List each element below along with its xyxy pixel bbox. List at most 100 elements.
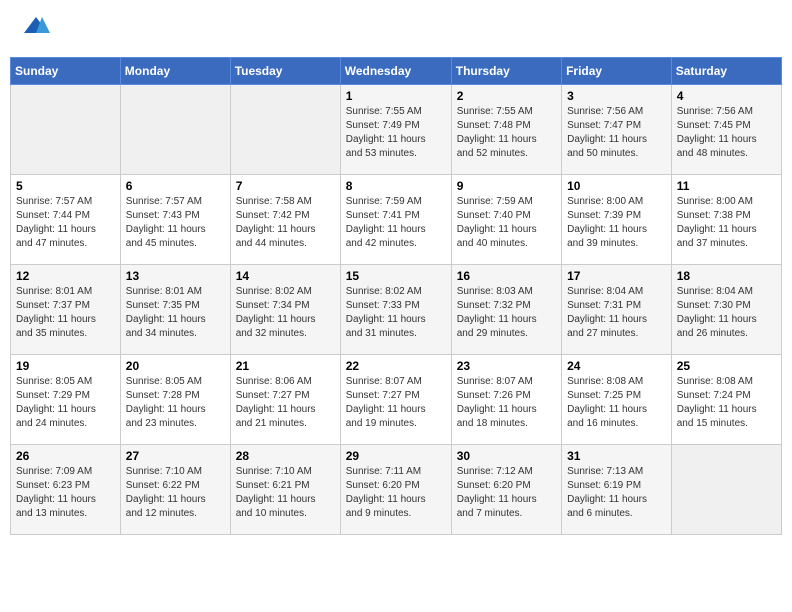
calendar-cell: 7 Sunrise: 7:58 AMSunset: 7:42 PMDaylight… [230,174,340,264]
day-info: Sunrise: 8:06 AMSunset: 7:27 PMDaylight:… [236,375,335,431]
week-row-2: 5 Sunrise: 7:57 AMSunset: 7:44 PMDaylight… [11,174,782,264]
day-info: Sunrise: 8:02 AMSunset: 7:33 PMDaylight:… [346,285,446,341]
calendar-cell: 27 Sunrise: 7:10 AMSunset: 6:22 PMDayligh… [120,444,230,534]
day-info: Sunrise: 7:57 AMSunset: 7:44 PMDaylight:… [16,195,115,251]
day-number: 11 [677,179,776,193]
calendar-cell: 8 Sunrise: 7:59 AMSunset: 7:41 PMDaylight… [340,174,451,264]
day-info: Sunrise: 8:02 AMSunset: 7:34 PMDaylight:… [236,285,335,341]
day-number: 9 [457,179,556,193]
calendar-cell: 14Sunrise: 8:02 AMSunset: 7:34 PMDayligh… [230,264,340,354]
day-info: Sunrise: 8:00 AMSunset: 7:39 PMDaylight:… [567,195,666,251]
day-info: Sunrise: 8:05 AMSunset: 7:28 PMDaylight:… [126,375,225,431]
day-info: Sunrise: 7:57 AMSunset: 7:43 PMDaylight:… [126,195,225,251]
day-info: Sunrise: 8:08 AMSunset: 7:24 PMDaylight:… [677,375,776,431]
calendar-cell: 13Sunrise: 8:01 AMSunset: 7:35 PMDayligh… [120,264,230,354]
page-header [10,10,782,47]
day-number: 21 [236,359,335,373]
calendar-cell: 6 Sunrise: 7:57 AMSunset: 7:43 PMDaylight… [120,174,230,264]
day-number: 3 [567,89,666,103]
day-number: 5 [16,179,115,193]
day-info: Sunrise: 7:59 AMSunset: 7:41 PMDaylight:… [346,195,446,251]
day-info: Sunrise: 7:10 AMSunset: 6:21 PMDaylight:… [236,465,335,521]
day-number: 16 [457,269,556,283]
calendar-cell: 16 Sunrise: 8:03 AMSunset: 7:32 PMDayligh… [451,264,561,354]
day-number: 7 [236,179,335,193]
day-info: Sunrise: 7:55 AMSunset: 7:48 PMDaylight:… [457,105,556,161]
day-number: 17 [567,269,666,283]
day-number: 23 [457,359,556,373]
day-info: Sunrise: 7:56 AMSunset: 7:47 PMDaylight:… [567,105,666,161]
weekday-header-wednesday: Wednesday [340,57,451,84]
day-info: Sunrise: 8:04 AMSunset: 7:30 PMDaylight:… [677,285,776,341]
calendar-cell: 15 Sunrise: 8:02 AMSunset: 7:33 PMDayligh… [340,264,451,354]
logo [20,15,50,42]
day-number: 26 [16,449,115,463]
calendar-table: SundayMondayTuesdayWednesdayThursdayFrid… [10,57,782,535]
day-number: 4 [677,89,776,103]
day-info: Sunrise: 8:08 AMSunset: 7:25 PMDaylight:… [567,375,666,431]
weekday-header-thursday: Thursday [451,57,561,84]
calendar-cell: 21 Sunrise: 8:06 AMSunset: 7:27 PMDayligh… [230,354,340,444]
calendar-cell: 26Sunrise: 7:09 AMSunset: 6:23 PMDayligh… [11,444,121,534]
day-number: 8 [346,179,446,193]
calendar-cell: 19 Sunrise: 8:05 AMSunset: 7:29 PMDayligh… [11,354,121,444]
calendar-cell: 24 Sunrise: 8:08 AMSunset: 7:25 PMDayligh… [562,354,672,444]
week-row-4: 19 Sunrise: 8:05 AMSunset: 7:29 PMDayligh… [11,354,782,444]
day-info: Sunrise: 8:03 AMSunset: 7:32 PMDaylight:… [457,285,556,341]
day-number: 28 [236,449,335,463]
weekday-header-friday: Friday [562,57,672,84]
day-info: Sunrise: 8:00 AMSunset: 7:38 PMDaylight:… [677,195,776,251]
weekday-header-row: SundayMondayTuesdayWednesdayThursdayFrid… [11,57,782,84]
calendar-cell: 23Sunrise: 8:07 AMSunset: 7:26 PMDayligh… [451,354,561,444]
day-number: 6 [126,179,225,193]
day-info: Sunrise: 7:59 AMSunset: 7:40 PMDaylight:… [457,195,556,251]
calendar-cell [671,444,781,534]
day-number: 18 [677,269,776,283]
day-number: 27 [126,449,225,463]
weekday-header-tuesday: Tuesday [230,57,340,84]
calendar-cell: 12 Sunrise: 8:01 AMSunset: 7:37 PMDayligh… [11,264,121,354]
weekday-header-monday: Monday [120,57,230,84]
day-info: Sunrise: 7:12 AMSunset: 6:20 PMDaylight:… [457,465,556,521]
weekday-header-saturday: Saturday [671,57,781,84]
day-number: 29 [346,449,446,463]
day-number: 31 [567,449,666,463]
day-number: 15 [346,269,446,283]
day-info: Sunrise: 7:10 AMSunset: 6:22 PMDaylight:… [126,465,225,521]
day-info: Sunrise: 7:56 AMSunset: 7:45 PMDaylight:… [677,105,776,161]
day-info: Sunrise: 7:13 AMSunset: 6:19 PMDaylight:… [567,465,666,521]
weekday-header-sunday: Sunday [11,57,121,84]
day-number: 10 [567,179,666,193]
calendar-cell: 9 Sunrise: 7:59 AMSunset: 7:40 PMDaylight… [451,174,561,264]
day-number: 30 [457,449,556,463]
calendar-cell: 5 Sunrise: 7:57 AMSunset: 7:44 PMDaylight… [11,174,121,264]
day-number: 19 [16,359,115,373]
day-info: Sunrise: 8:05 AMSunset: 7:29 PMDaylight:… [16,375,115,431]
calendar-cell [120,84,230,174]
day-number: 1 [346,89,446,103]
calendar-cell [11,84,121,174]
day-number: 12 [16,269,115,283]
day-number: 2 [457,89,556,103]
calendar-cell: 28 Sunrise: 7:10 AMSunset: 6:21 PMDayligh… [230,444,340,534]
calendar-cell: 29Sunrise: 7:11 AMSunset: 6:20 PMDayligh… [340,444,451,534]
week-row-3: 12 Sunrise: 8:01 AMSunset: 7:37 PMDayligh… [11,264,782,354]
calendar-cell: 2 Sunrise: 7:55 AMSunset: 7:48 PMDaylight… [451,84,561,174]
calendar-cell: 20Sunrise: 8:05 AMSunset: 7:28 PMDayligh… [120,354,230,444]
calendar-cell: 18 Sunrise: 8:04 AMSunset: 7:30 PMDayligh… [671,264,781,354]
calendar-cell: 4 Sunrise: 7:56 AMSunset: 7:45 PMDaylight… [671,84,781,174]
day-info: Sunrise: 7:55 AMSunset: 7:49 PMDaylight:… [346,105,446,161]
logo-icon [22,15,50,37]
calendar-cell: 3 Sunrise: 7:56 AMSunset: 7:47 PMDaylight… [562,84,672,174]
day-info: Sunrise: 8:07 AMSunset: 7:27 PMDaylight:… [346,375,446,431]
week-row-5: 26Sunrise: 7:09 AMSunset: 6:23 PMDayligh… [11,444,782,534]
day-info: Sunrise: 8:01 AMSunset: 7:37 PMDaylight:… [16,285,115,341]
day-info: Sunrise: 8:01 AMSunset: 7:35 PMDaylight:… [126,285,225,341]
week-row-1: 1 Sunrise: 7:55 AMSunset: 7:49 PMDaylight… [11,84,782,174]
calendar-cell: 31 Sunrise: 7:13 AMSunset: 6:19 PMDayligh… [562,444,672,534]
calendar-cell: 11 Sunrise: 8:00 AMSunset: 7:38 PMDayligh… [671,174,781,264]
day-info: Sunrise: 7:58 AMSunset: 7:42 PMDaylight:… [236,195,335,251]
calendar-cell [230,84,340,174]
calendar-cell: 17Sunrise: 8:04 AMSunset: 7:31 PMDayligh… [562,264,672,354]
day-number: 24 [567,359,666,373]
